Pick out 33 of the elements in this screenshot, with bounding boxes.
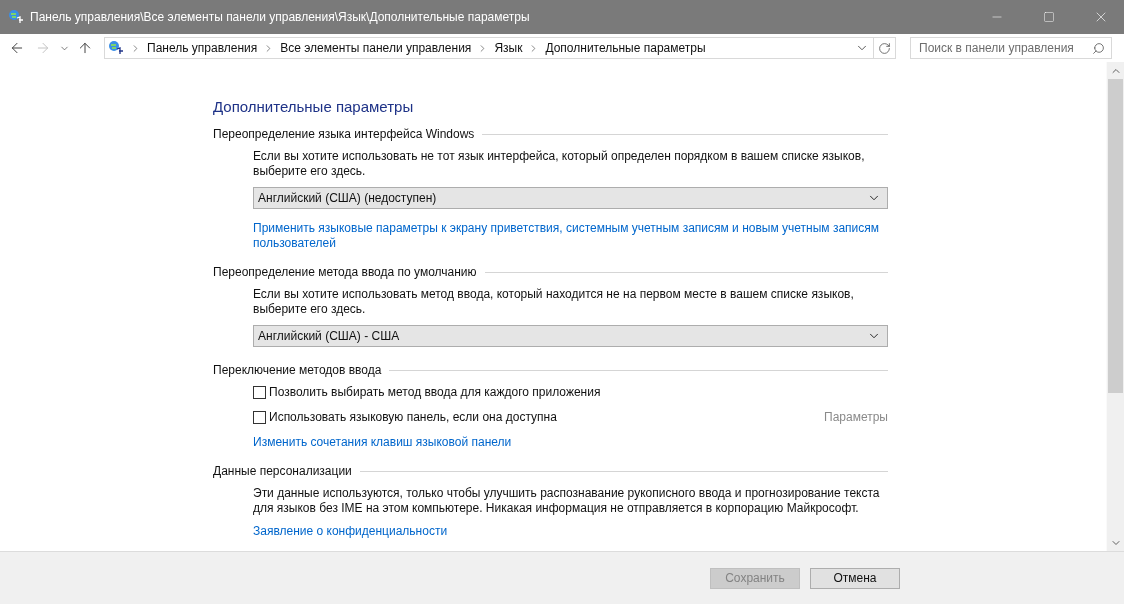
search-field[interactable]: Поиск в панели управления [910,37,1112,59]
language-dropdown[interactable]: Английский (США) - США [253,325,888,347]
scrollbar-thumb[interactable] [1108,79,1123,393]
description-text: Эти данные используются, только чтобы улучшить распознавание рукописного ввода и прогнозирование текста для языков без IME на этом компьютере. Никакая информация не отправляется в корпорацию Майкрософт. [253,486,881,516]
section-title: Данные персонализации [213,464,352,478]
checkbox-option[interactable]: Позволить выбирать метод ввода для каждого приложения [253,385,601,399]
search-icon [1092,41,1105,55]
window-title: Панель управления\Все элементы панели управления\Язык\Дополнительные параметры [30,10,531,24]
arrow-right-icon [35,40,51,56]
checkbox[interactable] [253,410,266,424]
description-text: Если вы хотите использовать метод ввода, который находится не на первом месте в вашем списке языков, выберите его здесь. [253,287,855,317]
globe-language-icon [8,9,24,25]
scrollbar[interactable] [1106,62,1124,551]
section-title: Переопределение метода ввода по умолчанию [213,265,477,279]
section-title: Переключение методов ввода [213,363,382,377]
breadcrumb-item[interactable]: Панель управления [147,41,258,55]
checkbox-option[interactable]: Использовать языковую панель, если она доступна [253,410,557,424]
refresh-icon [878,41,891,55]
breadcrumb-item[interactable]: Дополнительные параметры [545,41,706,55]
breadcrumb-item[interactable]: Все элементы панели управления [280,41,472,55]
settings-link[interactable]: Заявление о конфиденциальности [253,524,888,539]
dialog-button[interactable]: Отмена [810,567,900,589]
description-text: Если вы хотите использовать не тот язык интерфейса, который определен порядком в вашем списке языков, выберите его здесь. [253,149,866,179]
settings-link[interactable]: Изменить сочетания клавиш языковой панели [253,435,888,450]
language-dropdown[interactable]: Английский (США) (недоступен) [253,187,888,209]
section-title: Переопределение языка интерфейса Windows [213,127,475,141]
page-heading: Дополнительные параметры [213,98,415,115]
settings-link[interactable]: Применить языковые параметры к экрану приветствия, системным учетным записям и новым учетным записям пользователей [253,221,888,251]
breadcrumb-item[interactable]: Язык [494,41,523,55]
checkbox[interactable] [253,385,266,399]
address-bar[interactable]: Панель управления Все элементы панели управления Язык Дополнительные параметры [104,37,896,59]
globe-language-icon [108,40,124,56]
maximize-icon [1043,11,1055,23]
